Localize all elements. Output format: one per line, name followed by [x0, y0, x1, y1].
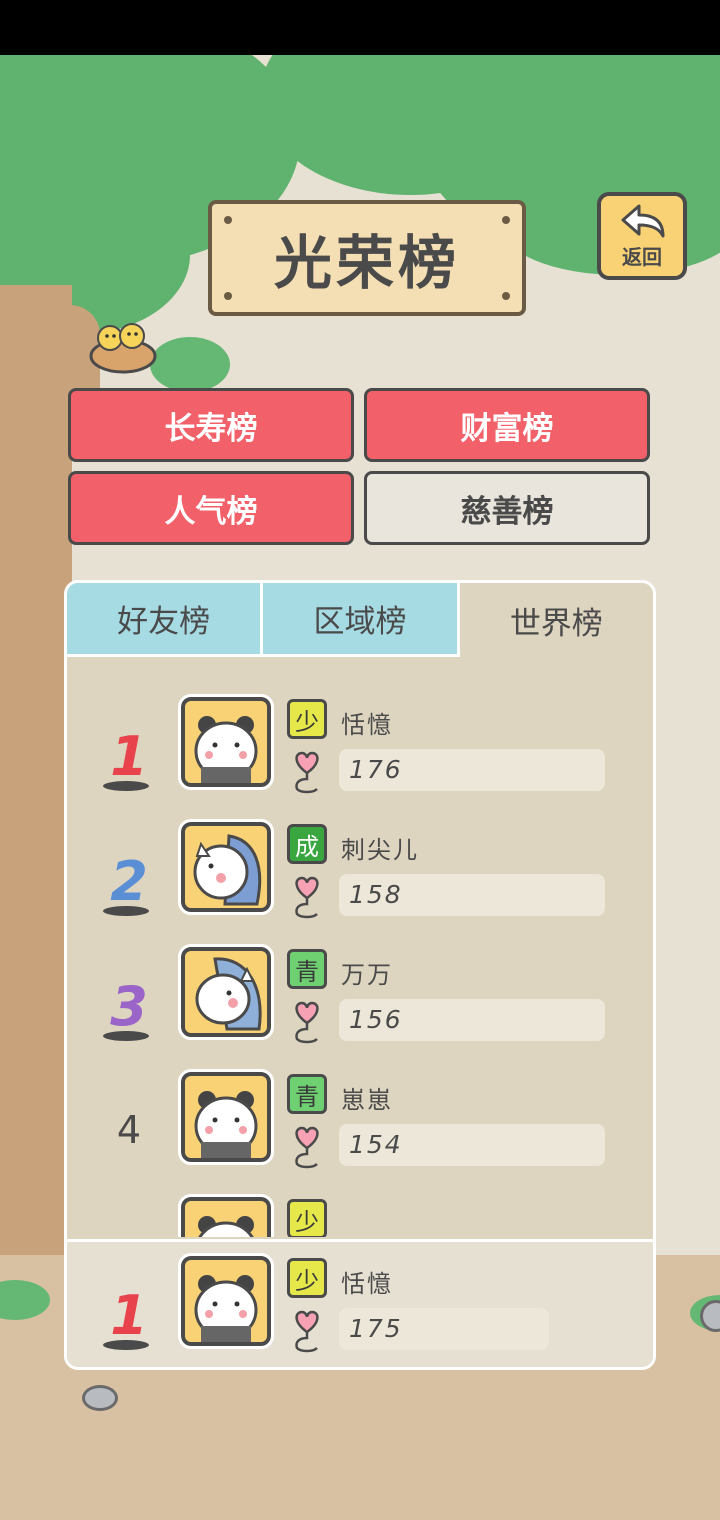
player-name: 刺尖儿: [341, 836, 419, 864]
ranking-row[interactable]: 1 少 恬憶 176: [67, 694, 653, 821]
category-longevity-button[interactable]: 长寿榜: [68, 388, 354, 462]
score-value: 176: [349, 755, 403, 784]
score-value: 154: [349, 1130, 403, 1159]
player-name: 恬憶: [341, 711, 393, 739]
ranking-row[interactable]: 3 青 万万 156: [67, 944, 653, 1071]
score-bar: 176: [339, 749, 605, 791]
heart-icon: [295, 876, 319, 919]
score-bar: 156: [339, 999, 605, 1041]
tab-region[interactable]: 区域榜: [263, 583, 460, 657]
hamster-avatar-icon: [194, 1275, 258, 1342]
leaderboard-title-sign: 光荣榜: [208, 200, 526, 316]
heart-icon: [295, 1310, 319, 1353]
my-rank-number: 1: [110, 1284, 148, 1347]
page-title: 光荣榜: [273, 229, 460, 297]
leaderboard-tabs: 好友榜 区域榜 世界榜: [67, 583, 653, 657]
my-rank-row[interactable]: 1 少 恬憶 175: [67, 1239, 653, 1367]
stage-badge: 成: [287, 824, 327, 864]
hamster-avatar-icon: [194, 716, 258, 783]
player-name: 万万: [341, 961, 393, 989]
my-stage-badge: 少: [287, 1258, 327, 1298]
stage-badge: 少: [287, 699, 327, 739]
tab-world[interactable]: 世界榜: [459, 583, 653, 657]
rank-number: 2: [110, 850, 148, 913]
category-popularity-button[interactable]: 人气榜: [68, 471, 354, 545]
stage-badge: 少: [287, 1199, 327, 1237]
avatar: [178, 1069, 274, 1165]
my-player-name: 恬憶: [341, 1270, 393, 1298]
hamster-avatar-icon: [194, 1091, 258, 1158]
ranking-row[interactable]: 4 青 崽崽 154: [67, 1069, 653, 1196]
back-button[interactable]: 返回: [597, 192, 687, 280]
ranking-row[interactable]: 少: [67, 1194, 653, 1237]
stage-badge: 青: [287, 1074, 327, 1114]
avatar: [178, 694, 274, 790]
rank-number: 4: [116, 1108, 142, 1152]
stage-badge: 青: [287, 949, 327, 989]
avatar: [178, 944, 274, 1040]
player-name: 崽崽: [341, 1086, 393, 1114]
category-charity-button[interactable]: 慈善榜: [364, 471, 650, 545]
rank-number: 3: [110, 975, 148, 1038]
back-arrow-icon: [621, 204, 665, 238]
score-bar: 158: [339, 874, 605, 916]
hedgehog-avatar-icon: [193, 834, 262, 906]
leaderboard-panel: 好友榜 区域榜 世界榜 1 少 恬憶 176 2 成 刺尖儿 158 3 青 万…: [64, 580, 656, 1370]
my-avatar: [178, 1253, 274, 1349]
heart-icon: [295, 1001, 319, 1044]
my-rank-entry: 1 少 恬憶 175: [67, 1253, 653, 1367]
tab-friends[interactable]: 好友榜: [67, 583, 264, 657]
my-score-value: 175: [349, 1314, 403, 1343]
ranking-list[interactable]: 1 少 恬憶 176 2 成 刺尖儿 158 3 青 万万 156 4 青 崽崽…: [67, 657, 653, 1237]
hamster-avatar-icon: [198, 1216, 254, 1237]
rank-number: 1: [110, 725, 148, 788]
chick-nest-icon: [88, 314, 158, 376]
avatar: [178, 819, 274, 915]
my-score-bar: 175: [339, 1308, 549, 1350]
avatar: [178, 1194, 274, 1237]
ranking-row[interactable]: 2 成 刺尖儿 158: [67, 819, 653, 946]
heart-icon: [295, 1126, 319, 1169]
score-value: 158: [349, 880, 403, 909]
heart-icon: [295, 751, 319, 794]
status-bar: [0, 0, 720, 55]
category-wealth-button[interactable]: 财富榜: [364, 388, 650, 462]
score-value: 156: [349, 1005, 403, 1034]
score-bar: 154: [339, 1124, 605, 1166]
hedgehog-avatar-icon: [195, 957, 262, 1031]
back-label: 返回: [622, 245, 662, 269]
